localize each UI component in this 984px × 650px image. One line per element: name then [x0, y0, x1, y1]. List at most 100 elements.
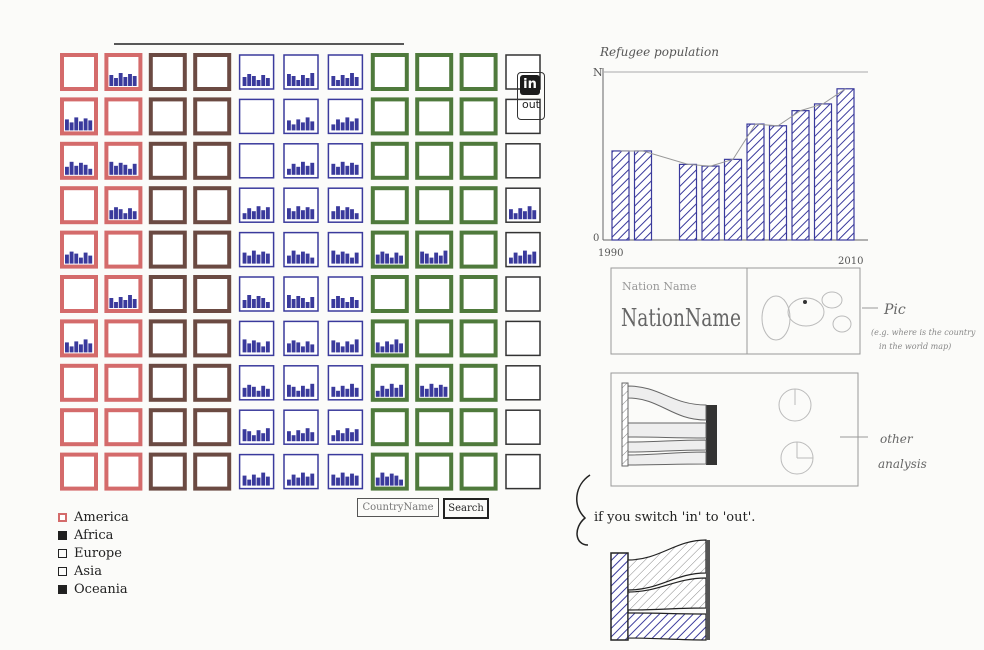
country-cell[interactable] [459, 141, 498, 180]
toggle-in[interactable]: in [520, 75, 540, 95]
country-cell[interactable] [370, 97, 409, 136]
country-cell[interactable] [459, 230, 498, 269]
country-cell[interactable] [415, 53, 454, 91]
country-cell[interactable] [193, 230, 232, 269]
country-cell[interactable] [60, 186, 98, 225]
country-cell[interactable] [238, 98, 275, 135]
in-out-toggle[interactable]: in out [517, 72, 545, 120]
country-cell[interactable] [370, 275, 409, 313]
mini-bar [287, 255, 291, 264]
mini-bar [424, 388, 429, 397]
country-cell[interactable] [505, 409, 541, 445]
mini-bar [256, 254, 261, 264]
mini-bar [301, 75, 305, 86]
country-cell[interactable] [415, 452, 454, 491]
mini-bar [256, 390, 261, 397]
country-cell[interactable] [193, 319, 232, 358]
refugee-bar[interactable] [836, 88, 855, 241]
country-cell[interactable] [60, 363, 98, 402]
country-cell[interactable] [415, 97, 454, 136]
refugee-bar[interactable] [611, 150, 630, 241]
country-cell[interactable] [505, 365, 541, 401]
country-cell[interactable] [193, 363, 232, 402]
country-cell[interactable] [415, 408, 454, 447]
country-cell[interactable] [148, 141, 187, 180]
country-cell[interactable] [415, 319, 454, 358]
country-cell[interactable] [415, 186, 454, 225]
mini-bar [251, 340, 256, 353]
country-cell[interactable] [60, 408, 98, 447]
country-cell[interactable] [104, 408, 143, 447]
country-cell[interactable] [148, 230, 187, 269]
country-cell[interactable] [193, 53, 232, 91]
country-cell[interactable] [415, 275, 454, 313]
country-cell[interactable] [148, 53, 187, 91]
mini-bar [69, 122, 74, 131]
mini-bar [109, 161, 114, 175]
country-cell[interactable] [370, 141, 409, 180]
country-cell[interactable] [104, 363, 143, 402]
country-cell[interactable] [148, 363, 187, 402]
search-button[interactable]: Search [443, 498, 489, 519]
country-cell[interactable] [459, 97, 498, 136]
refugee-bar[interactable] [701, 165, 720, 241]
location-dot [803, 300, 807, 304]
country-cell[interactable] [459, 319, 498, 358]
country-cell[interactable] [148, 408, 187, 447]
country-cell[interactable] [193, 97, 232, 136]
country-cell[interactable] [193, 452, 232, 491]
mini-bar [310, 432, 315, 442]
country-cell[interactable] [104, 452, 143, 491]
toggle-out[interactable]: out [518, 98, 544, 111]
country-cell[interactable] [104, 319, 143, 358]
country-cell[interactable] [104, 230, 143, 269]
country-cell[interactable] [459, 186, 498, 225]
mini-bar [69, 161, 74, 175]
mini-bar [354, 164, 359, 175]
country-cell[interactable] [148, 186, 187, 225]
country-cell[interactable] [148, 275, 187, 313]
refugee-bar[interactable] [746, 123, 765, 241]
mini-bar [429, 383, 434, 397]
country-cell[interactable] [370, 186, 409, 225]
country-cell[interactable] [193, 141, 232, 180]
refugee-bar[interactable] [768, 125, 788, 241]
mini-bar [350, 73, 354, 86]
country-cell[interactable] [415, 141, 454, 180]
country-cell[interactable] [60, 53, 98, 91]
country-cell[interactable] [459, 53, 498, 91]
country-cell[interactable] [148, 452, 187, 491]
country-cell[interactable] [370, 408, 409, 447]
country-cell[interactable] [193, 275, 232, 313]
country-cell[interactable] [505, 276, 541, 312]
mini-bar [518, 208, 523, 220]
country-cell[interactable] [193, 186, 232, 225]
country-cell[interactable] [459, 363, 498, 402]
mini-bar [354, 213, 359, 220]
country-cell[interactable] [459, 275, 498, 313]
mini-bar [301, 122, 305, 131]
country-cell[interactable] [238, 143, 275, 179]
mini-bar [301, 251, 305, 264]
country-cell[interactable] [505, 143, 541, 179]
country-search-input[interactable]: CountryName [357, 498, 439, 517]
country-cell[interactable] [505, 453, 541, 490]
country-cell[interactable] [148, 97, 187, 136]
country-cell[interactable] [370, 53, 409, 91]
country-cell[interactable] [60, 452, 98, 491]
country-cell[interactable] [193, 408, 232, 447]
refugee-bar[interactable] [633, 150, 653, 241]
refugee-bar[interactable] [678, 163, 698, 241]
country-cell[interactable] [459, 452, 498, 491]
country-cell[interactable] [459, 408, 498, 447]
mini-bar [132, 163, 137, 175]
country-cell[interactable] [104, 97, 143, 136]
refugee-bar[interactable] [723, 158, 743, 241]
country-cell[interactable] [60, 275, 98, 313]
country-cell[interactable] [505, 320, 541, 357]
mini-bar [242, 429, 247, 442]
refugee-bar[interactable] [791, 110, 810, 241]
mini-bar [296, 119, 301, 131]
refugee-bar[interactable] [813, 103, 833, 241]
country-cell[interactable] [148, 319, 187, 358]
